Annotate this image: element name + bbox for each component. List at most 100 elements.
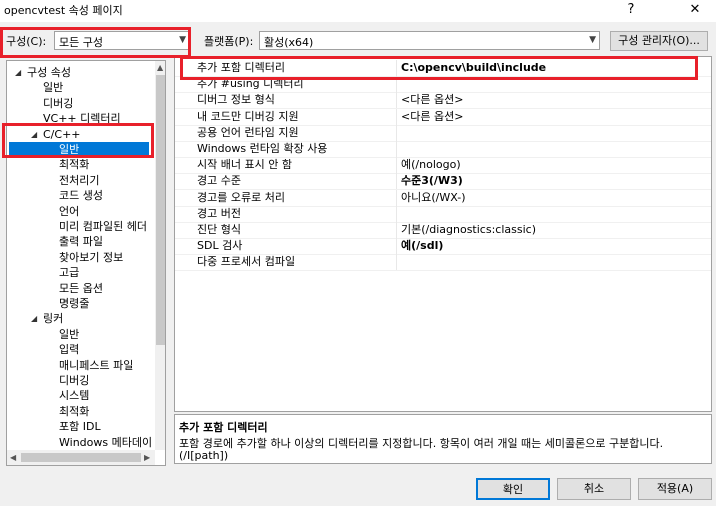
platform-dropdown[interactable]: 활성(x64) ▼ [259,31,600,50]
tree-item[interactable]: 디버깅 [43,96,73,111]
property-name: 내 코드만 디버깅 지원 [197,109,299,123]
property-row[interactable]: 시작 배너 표시 안 함 예(/nologo) [175,157,711,175]
property-value[interactable]: 기본(/diagnostics:classic) [401,222,536,238]
property-name: SDL 검사 [197,239,243,253]
description-panel: 추가 포함 디렉터리 포함 경로에 추가할 하나 이상의 디렉터리를 지정합니다… [174,414,712,464]
cancel-button[interactable]: 취소 [557,478,631,500]
tree-item-label: 일반 [43,81,64,95]
window-title: opencvtest 속성 페이지 [4,4,123,17]
property-name: 공용 언어 런타임 지원 [197,125,299,139]
tree-item-label: 시스템 [59,389,90,403]
column-separator [396,141,397,157]
property-row[interactable]: SDL 검사 예(/sdl) [175,238,711,256]
apply-button[interactable]: 적용(A) [638,478,712,500]
tree-item-label: 매니페스트 파일 [59,358,134,372]
scroll-left-icon[interactable]: ◀ [10,453,16,462]
property-value[interactable]: 예(/sdl) [401,238,443,254]
column-separator [396,173,397,190]
description-switch: (/I[path]) [179,449,229,462]
tree-item-label: 포함 IDL [59,420,101,434]
platform-value: 활성(x64) [264,36,314,49]
scroll-thumb[interactable] [156,75,165,345]
tree-item-label: 구성 속성 [27,66,71,79]
expander-icon[interactable]: ◢ [15,68,21,77]
tree-item-label: 출력 파일 [59,235,103,249]
property-name: 경고 버전 [197,206,241,220]
tree-item[interactable]: 일반 [43,80,63,95]
tree-item-label: Windows 메타데이 [59,435,153,449]
column-separator [396,124,397,141]
tree-item[interactable]: 최적화 [59,157,89,172]
tree-item-label: 언어 [59,204,80,218]
tree-item[interactable]: 입력 [59,342,79,357]
tree-item[interactable]: 링커 [43,311,63,326]
tree-item-label: 디버깅 [59,374,90,387]
scroll-thumb[interactable] [21,453,141,462]
title-bar: opencvtest 속성 페이지 ? ✕ [0,0,716,22]
expander-icon[interactable]: ◢ [31,314,37,323]
property-tree[interactable]: 구성 속성 ◢ 일반 디버깅 VC++ 디렉터리 C/C++ ◢ 일반 최적화 전처리기 코드 생성… [6,60,166,466]
column-separator [396,205,397,222]
config-highlight-box [0,27,191,58]
property-row[interactable]: Windows 런타임 확장 사용 [175,141,711,158]
tree-item[interactable]: 언어 [59,204,79,219]
column-separator [396,238,397,255]
tree-item-label: 디버깅 [43,96,74,110]
property-value[interactable]: <다른 옵션> [401,109,463,125]
tree-item-label: 링커 [43,312,64,326]
tree-item[interactable]: 포함 IDL [59,419,101,434]
tree-horizontal-scrollbar[interactable]: ◀ ▶ [7,450,155,465]
tree-item[interactable]: Windows 메타데이 [59,435,152,450]
tree-item-label: 전처리기 [59,173,100,187]
property-value[interactable]: 수준3(/W3) [401,173,463,189]
property-row[interactable]: 진단 형식 기본(/diagnostics:classic) [175,222,711,239]
tree-item[interactable]: 최적화 [59,404,89,419]
tree-item-label: 입력 [59,343,80,357]
help-button[interactable]: ? [616,0,646,22]
tree-item-label: 모든 옵션 [59,281,103,295]
property-value[interactable]: 아니요(/WX-) [401,190,465,206]
property-row[interactable]: 경고를 오류로 처리 아니요(/WX-) [175,189,711,207]
property-row[interactable]: 디버그 정보 형식 <다른 옵션> [175,92,711,110]
tree-item[interactable]: 찾아보기 정보 [59,250,123,265]
tree-item-label: 고급 [59,266,80,280]
tree-item[interactable]: 매니페스트 파일 [59,358,133,373]
tree-item[interactable]: 모든 옵션 [59,281,103,296]
property-name: 진단 형식 [197,223,241,236]
column-separator [396,254,397,271]
scroll-right-icon[interactable]: ▶ [144,453,150,462]
property-value[interactable]: <다른 옵션> [401,92,463,108]
tree-item[interactable]: 출력 파일 [59,234,103,249]
tree-item[interactable]: 시스템 [59,388,89,403]
close-button[interactable]: ✕ [680,0,710,22]
scroll-up-icon[interactable]: ▲ [157,63,163,72]
tree-item-label: 코드 생성 [59,189,103,203]
tree-item[interactable]: 디버깅 [59,373,89,388]
ok-button[interactable]: 확인 [476,478,550,500]
property-name: 경고 수준 [197,174,241,188]
property-name: Windows 런타임 확장 사용 [197,142,328,155]
tree-vertical-scrollbar[interactable]: ▲ [155,61,165,450]
tree-item[interactable]: 고급 [59,265,79,280]
tree-item[interactable]: 코드 생성 [59,188,103,203]
property-value[interactable]: 예(/nologo) [401,157,461,173]
property-name: 디버그 정보 형식 [197,93,275,107]
tree-item[interactable]: 명령줄 [59,296,89,311]
config-manager-button[interactable]: 구성 관리자(O)... [610,31,708,51]
property-row[interactable]: 공용 언어 런타임 지원 [175,124,711,142]
property-grid[interactable]: 추가 포함 디렉터리 C:\opencv\build\include 추가 #usi… [174,56,712,412]
tree-item[interactable]: 미리 컴파일된 헤더 [59,219,147,234]
tree-item[interactable]: 일반 [59,327,79,342]
tree-item[interactable]: 전처리기 [59,173,99,188]
property-row[interactable]: 경고 버전 [175,205,711,223]
tree-item-label: 찾아보기 정보 [59,250,124,264]
include-dir-highlight-box [180,56,698,80]
cpp-general-highlight-box [2,123,154,158]
tree-item-label: 최적화 [59,404,90,418]
property-row[interactable]: 경고 수준 수준3(/W3) [175,173,711,191]
tree-item-label: 명령줄 [59,297,90,310]
tree-item[interactable]: 구성 속성 [27,65,71,80]
platform-label: 플랫폼(P): [204,35,254,48]
property-row[interactable]: 다중 프로세서 컴파일 [175,254,711,272]
property-row[interactable]: 내 코드만 디버깅 지원 <다른 옵션> [175,108,711,126]
